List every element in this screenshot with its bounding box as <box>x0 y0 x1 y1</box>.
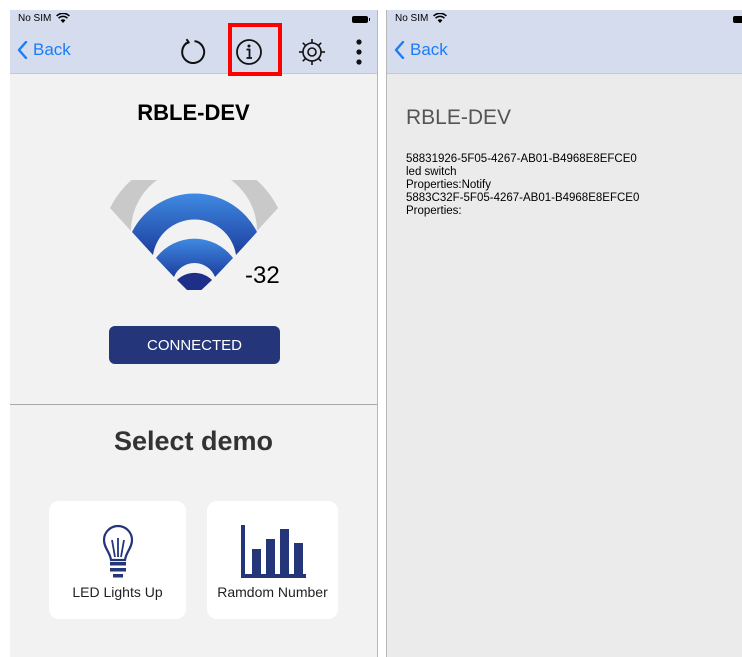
status-bar: No SIM <box>387 10 742 30</box>
demo-label-random: Ramdom Number <box>217 584 328 600</box>
refresh-button[interactable] <box>177 36 209 68</box>
settings-button[interactable] <box>296 36 328 68</box>
demo-card-random-number[interactable]: Ramdom Number <box>207 501 338 619</box>
carrier-label: No SIM <box>395 13 429 24</box>
more-button[interactable] <box>348 36 370 68</box>
device-name: RBLE-DEV <box>406 106 512 129</box>
select-demo-title: Select demo <box>113 426 274 456</box>
light-bulb-icon <box>102 524 133 578</box>
nav-bar: Back <box>10 30 377 74</box>
characteristic-description: led switch <box>406 166 457 178</box>
rssi-value: -32 <box>245 262 280 289</box>
characteristics-list: 58831926-5F05-4267-AB01-B4968E8EFCE0 led… <box>406 153 639 218</box>
bar-chart-icon <box>240 525 306 578</box>
device-name: RBLE-DEV <box>137 100 250 125</box>
nav-bar: Back <box>387 30 742 74</box>
characteristic-properties: Properties:Notify <box>406 179 492 191</box>
chevron-left-icon <box>17 41 28 59</box>
carrier-label: No SIM <box>18 13 52 24</box>
battery-icon <box>352 16 370 23</box>
wifi-icon <box>56 13 70 23</box>
characteristic-properties: Properties: <box>406 205 462 217</box>
characteristic-uuid: 58831926-5F05-4267-AB01-B4968E8EFCE0 <box>406 153 637 165</box>
gear-icon <box>299 39 325 65</box>
refresh-icon <box>181 38 206 65</box>
demo-card-led-lights-up[interactable]: LED Lights Up <box>49 501 186 619</box>
more-vertical-icon <box>356 39 362 65</box>
device-screen-right: No SIM Back RBLE-DEV 58831926-5F05-4267-… <box>386 10 742 657</box>
info-highlight-box <box>228 23 282 76</box>
back-button[interactable]: Back <box>17 40 71 60</box>
characteristic-uuid: 5883C32F-5F05-4267-AB01-B4968E8EFCE0 <box>406 192 640 204</box>
wifi-icon <box>433 13 447 23</box>
back-label: Back <box>33 40 71 59</box>
back-button[interactable]: Back <box>394 40 448 60</box>
device-screen-left: No SIM Back RBLE-DEV -32 CONNECTED Selec… <box>10 10 378 657</box>
connection-status-button[interactable]: CONNECTED <box>109 326 280 364</box>
battery-icon <box>733 16 742 23</box>
demo-label-led: LED Lights Up <box>72 584 163 600</box>
section-divider <box>10 404 377 405</box>
back-label: Back <box>410 40 448 59</box>
chevron-left-icon <box>394 41 405 59</box>
status-bar: No SIM <box>10 10 377 30</box>
